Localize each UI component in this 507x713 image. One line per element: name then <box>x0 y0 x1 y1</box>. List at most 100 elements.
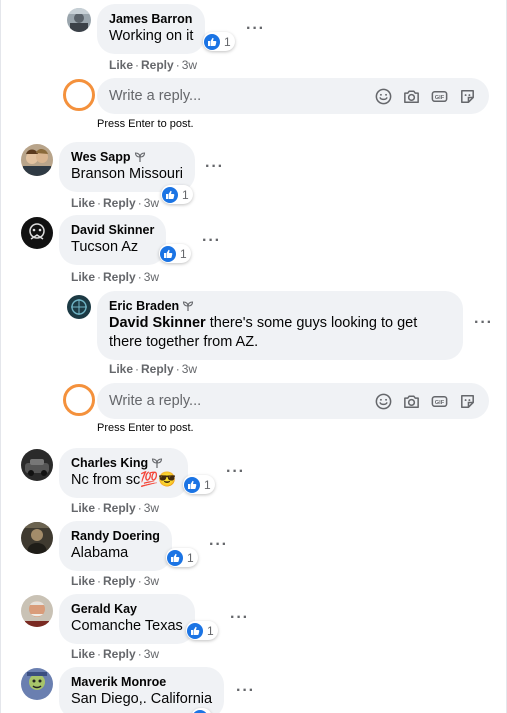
like-icon <box>167 549 183 566</box>
comment-bubble-eric-braden: Eric Braden David Skinner there's some g… <box>97 291 463 360</box>
comment-author[interactable]: Wes Sapp <box>71 148 183 165</box>
comment-bubble-david-skinner: David Skinner Tucson Az <box>59 215 167 265</box>
comment-author[interactable]: David Skinner <box>71 221 154 238</box>
like-icon <box>192 709 208 713</box>
timestamp[interactable]: 3w <box>144 196 159 210</box>
comment-actions: Like · Reply · 3w <box>71 647 160 661</box>
reply-link[interactable]: Reply <box>103 196 136 210</box>
like-icon <box>187 622 203 639</box>
like-link[interactable]: Like <box>109 362 133 376</box>
timestamp[interactable]: 3w <box>144 270 159 284</box>
reply-avatar <box>63 79 95 111</box>
reply-composer: GIF <box>97 78 489 114</box>
reply-link[interactable]: Reply <box>141 362 174 376</box>
press-enter-hint: Press Enter to post. <box>97 422 194 434</box>
svg-text:GIF: GIF <box>435 399 445 405</box>
comment-actions: Like · Reply · 3w <box>71 574 160 588</box>
reply-link[interactable]: Reply <box>103 270 136 284</box>
reaction-count-badge[interactable]: 1 <box>186 621 218 640</box>
avatar-david-skinner[interactable] <box>21 217 53 249</box>
more-options-icon[interactable]: ··· <box>205 159 224 175</box>
comment-text: Nc from sc💯😎 <box>71 472 177 488</box>
comment-actions: Like · Reply · 3w <box>71 270 160 284</box>
avatar-gerald-kay[interactable] <box>21 595 53 627</box>
comment-author[interactable]: Maverik Monroe <box>71 673 212 690</box>
timestamp[interactable]: 3w <box>144 647 159 661</box>
like-link[interactable]: Like <box>71 270 95 284</box>
avatar-randy-doering[interactable] <box>21 522 53 554</box>
comment-author[interactable]: Randy Doering <box>71 527 160 544</box>
mention-link[interactable]: David Skinner <box>109 315 206 331</box>
reaction-count-badge[interactable]: 1 <box>161 185 193 204</box>
reaction-count-badge[interactable]: 1 <box>159 244 191 263</box>
timestamp[interactable]: 3w <box>182 362 197 376</box>
reply-input[interactable] <box>109 88 374 104</box>
like-icon <box>162 186 178 203</box>
gif-icon[interactable]: GIF <box>430 392 449 411</box>
avatar-james-barron[interactable] <box>67 8 91 32</box>
reply-link[interactable]: Reply <box>141 58 174 72</box>
comment-text: David Skinner there's some guys looking … <box>109 315 418 350</box>
reply-avatar <box>63 384 95 416</box>
comment-bubble-james-barron: James Barron Working on it <box>97 4 206 54</box>
like-link[interactable]: Like <box>71 196 95 210</box>
comment-actions: Like · Reply · 3w <box>71 196 160 210</box>
reaction-count-badge[interactable]: 1 <box>203 32 235 51</box>
camera-icon[interactable] <box>402 392 421 411</box>
timestamp[interactable]: 3w <box>182 58 197 72</box>
comment-author[interactable]: Gerald Kay <box>71 600 183 617</box>
comment-actions: Like · Reply · 3w <box>71 501 160 515</box>
press-enter-hint: Press Enter to post. <box>97 118 194 130</box>
reply-input[interactable] <box>109 393 374 409</box>
reply-composer: GIF <box>97 383 489 419</box>
sprout-badge-icon <box>151 457 163 469</box>
comment-bubble-gerald-kay: Gerald Kay Comanche Texas <box>59 594 195 644</box>
sprout-badge-icon <box>182 300 194 312</box>
svg-text:GIF: GIF <box>435 94 445 100</box>
emoji-icon[interactable] <box>374 87 393 106</box>
more-options-icon[interactable]: ··· <box>202 233 221 249</box>
reply-link[interactable]: Reply <box>103 574 136 588</box>
more-options-icon[interactable]: ··· <box>246 21 265 37</box>
more-options-icon[interactable]: ··· <box>209 537 228 553</box>
like-icon <box>204 33 220 50</box>
comment-author[interactable]: Charles King <box>71 454 176 471</box>
reply-link[interactable]: Reply <box>103 501 136 515</box>
comments-panel: James Barron Working on it 1 ··· Like · Re… <box>0 0 507 713</box>
reaction-count-badge[interactable]: 1 <box>166 548 198 567</box>
reaction-count-badge[interactable]: 1 <box>183 475 215 494</box>
comment-author[interactable]: James Barron <box>109 10 193 27</box>
more-options-icon[interactable]: ··· <box>226 464 245 480</box>
comment-text: Alabama <box>71 545 129 561</box>
timestamp[interactable]: 3w <box>144 501 159 515</box>
avatar-wes-sapp[interactable] <box>21 144 53 176</box>
emoji-icon[interactable] <box>374 392 393 411</box>
camera-icon[interactable] <box>402 87 421 106</box>
comment-text: Comanche Texas <box>71 618 183 634</box>
reply-link[interactable]: Reply <box>103 647 136 661</box>
sticker-icon[interactable] <box>458 392 477 411</box>
like-link[interactable]: Like <box>109 58 133 72</box>
comment-text: Branson Missouri <box>71 166 184 182</box>
sticker-icon[interactable] <box>458 87 477 106</box>
more-options-icon[interactable]: ··· <box>230 610 249 626</box>
avatar-maverik-monroe[interactable] <box>21 668 53 700</box>
comment-author[interactable]: Eric Braden <box>109 297 451 314</box>
comment-actions: Like · Reply · 3w <box>109 58 198 72</box>
like-icon <box>184 476 200 493</box>
more-options-icon[interactable]: ··· <box>236 683 255 699</box>
comment-bubble-charles-king: Charles King Nc from sc💯😎 <box>59 448 189 498</box>
timestamp[interactable]: 3w <box>144 574 159 588</box>
gif-icon[interactable]: GIF <box>430 87 449 106</box>
comment-bubble-randy-doering: Randy Doering Alabama <box>59 521 172 571</box>
avatar-eric-braden[interactable] <box>67 295 91 319</box>
like-link[interactable]: Like <box>71 647 95 661</box>
avatar-charles-king[interactable] <box>21 449 53 481</box>
comment-text: Tucson Az <box>71 239 139 255</box>
comment-text: Working on it <box>109 28 194 44</box>
more-options-icon[interactable]: ··· <box>474 315 493 331</box>
like-link[interactable]: Like <box>71 574 95 588</box>
like-link[interactable]: Like <box>71 501 95 515</box>
comment-actions: Like · Reply · 3w <box>109 362 198 376</box>
comment-text: San Diego,. California <box>71 691 213 707</box>
